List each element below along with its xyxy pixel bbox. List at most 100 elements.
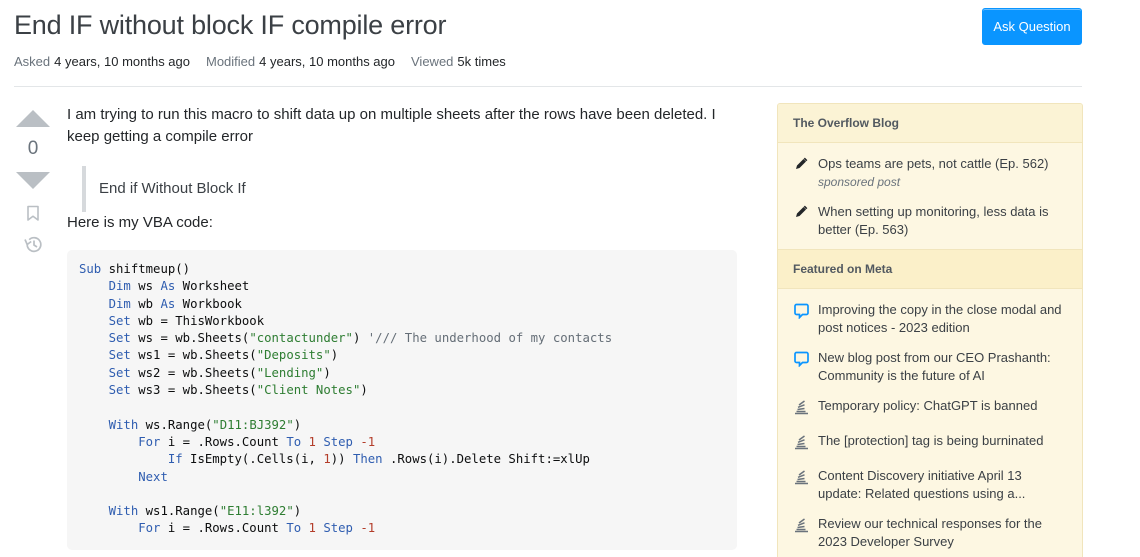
code-token: )	[352, 331, 368, 346]
code-token: To	[286, 434, 302, 449]
meta-item[interactable]: New blog post from our CEO Prashanth: Co…	[778, 343, 1082, 391]
code-token: ws2 = wb.Sheets(	[130, 365, 257, 380]
meta-item[interactable]: Improving the copy in the close modal an…	[778, 295, 1082, 343]
code-token: Dim	[108, 279, 131, 294]
meta-item-link[interactable]: Improving the copy in the close modal an…	[818, 301, 1067, 337]
blog-item[interactable]: When setting up monitoring, less data is…	[778, 197, 1082, 245]
bookmark-icon[interactable]	[26, 205, 40, 227]
sponsored-label: sponsored post	[818, 175, 901, 189]
code-token: IsEmpty(.Cells(i,	[182, 452, 324, 467]
code-token: Step	[323, 521, 353, 536]
meta-item[interactable]: The [protection] tag is being burninated	[778, 426, 1082, 461]
blog-item-link[interactable]: Ops teams are pets, not cattle (Ep. 562)	[818, 155, 1067, 173]
code-line: Set ws2 = wb.Sheets("Lending")	[79, 365, 725, 382]
code-token: 1	[308, 521, 316, 536]
header-divider	[14, 86, 1082, 87]
question-title[interactable]: End IF without block IF compile error	[14, 10, 446, 41]
meta-item-link[interactable]: Content Discovery initiative April 13 up…	[818, 467, 1067, 503]
code-line: Dim wb As Workbook	[79, 296, 725, 313]
code-token: wb	[130, 296, 161, 311]
code-token: )	[293, 504, 302, 519]
code-token: Step	[323, 434, 353, 449]
code-token: ws3 = wb.Sheets(	[130, 383, 257, 398]
code-token: Next	[138, 469, 168, 484]
blog-item-link[interactable]: When setting up monitoring, less data is…	[818, 203, 1067, 239]
code-token: shiftmeup()	[101, 262, 191, 276]
code-token: "D11:BJ392"	[212, 417, 294, 432]
code-line: Set ws3 = wb.Sheets("Client Notes")	[79, 382, 725, 399]
code-token: Set	[108, 331, 131, 346]
meta-item[interactable]: Temporary policy: ChatGPT is banned	[778, 391, 1082, 426]
code-token: )	[360, 383, 368, 398]
meta-viewed-label: Viewed	[411, 54, 454, 69]
meta-header: Featured on Meta	[778, 249, 1082, 289]
question-meta: Asked 4 years, 10 months ago Modified 4 ye…	[14, 54, 522, 69]
code-token: )	[323, 365, 331, 380]
code-token: Set	[108, 365, 131, 380]
code-token: For	[138, 434, 161, 449]
code-token: ws1 = wb.Sheets(	[130, 348, 257, 363]
meta-modified-value[interactable]: 4 years, 10 months ago	[259, 54, 395, 69]
code-token: For	[138, 521, 161, 536]
question-body: I am trying to run this macro to shift d…	[67, 104, 737, 550]
code-token: Then	[352, 452, 383, 467]
vote-cell: 0	[14, 110, 52, 259]
code-token: ws = wb.Sheets(	[130, 331, 250, 346]
code-token: Dim	[108, 296, 131, 311]
code-token: ws.Range(	[138, 417, 213, 432]
code-token: i = .Rows.Count	[160, 434, 287, 449]
question-paragraph: I am trying to run this macro to shift d…	[67, 106, 716, 145]
downvote-icon[interactable]	[16, 172, 50, 189]
code-line: If IsEmpty(.Cells(i, 1)) Then .Rows(i).D…	[79, 451, 725, 468]
meta-item-link[interactable]: Temporary policy: ChatGPT is banned	[818, 397, 1067, 420]
code-token: 1	[323, 452, 331, 467]
code-token: Worksheet	[175, 279, 250, 294]
code-token: ))	[330, 452, 353, 467]
code-token: "Deposits"	[256, 348, 331, 363]
meta-item[interactable]: Content Discovery initiative April 13 up…	[778, 461, 1082, 509]
code-block[interactable]: Sub shiftmeup() Dim ws As Worksheet Dim …	[67, 250, 737, 550]
code-token: If	[167, 452, 183, 467]
code-token: '/// The underhood of my contacts	[367, 331, 613, 346]
code-token: i = .Rows.Count	[160, 521, 287, 536]
meta-asked-value[interactable]: 4 years, 10 months ago	[54, 54, 190, 69]
meta-item-link[interactable]: New blog post from our CEO Prashanth: Co…	[818, 349, 1067, 385]
code-token: Sub	[79, 262, 102, 276]
ask-question-button[interactable]: Ask Question	[982, 8, 1082, 45]
meta-modified: Modified 4 years, 10 months ago	[206, 54, 395, 69]
upvote-icon[interactable]	[16, 110, 50, 127]
code-token: Set	[108, 348, 131, 363]
code-line: For i = .Rows.Count To 1 Step -1	[79, 520, 725, 537]
code-token: Set	[108, 313, 131, 328]
meta-item-link[interactable]: The [protection] tag is being burninated	[818, 432, 1067, 455]
code-line: Set ws = wb.Sheets("contactunder") '/// …	[79, 330, 725, 347]
stack-exchange-icon	[794, 397, 818, 420]
history-icon[interactable]	[23, 235, 43, 259]
meta-viewed-value: 5k times	[457, 54, 506, 69]
code-token: "Client Notes"	[256, 383, 361, 398]
meta-item[interactable]: Review our technical responses for the 2…	[778, 509, 1082, 557]
speech-bubble-icon	[794, 349, 818, 385]
code-token: .Rows(i).Delete Shift:=xlUp	[382, 452, 590, 467]
pencil-icon	[794, 203, 818, 239]
meta-item-link[interactable]: Review our technical responses for the 2…	[818, 515, 1067, 551]
meta-viewed: Viewed 5k times	[411, 54, 506, 69]
error-blockquote: End if Without Block If	[82, 166, 737, 212]
code-token: "Lending"	[256, 365, 324, 380]
code-line: Sub shiftmeup()	[79, 261, 725, 278]
code-line: Next	[79, 469, 725, 486]
blog-item[interactable]: Ops teams are pets, not cattle (Ep. 562)…	[778, 149, 1082, 197]
code-token: With	[108, 417, 139, 432]
question-paragraph-2: Here is my VBA code:	[67, 214, 213, 231]
blog-item-content: Ops teams are pets, not cattle (Ep. 562)…	[818, 155, 1067, 191]
